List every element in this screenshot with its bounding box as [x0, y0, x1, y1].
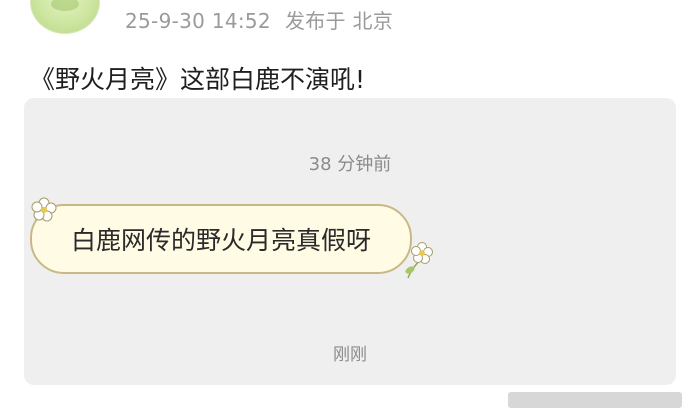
post-timestamp: 25-9-30 14:52 [125, 9, 271, 33]
flower-icon [31, 197, 57, 222]
avatar-decoration [51, 0, 79, 11]
chat-time-bottom: 刚刚 [333, 345, 367, 365]
post-meta: 25-9-30 14:52 发布于 北京 [125, 5, 393, 34]
chat-screenshot-image[interactable]: 38 分钟前 白鹿网传的野火月亮真假呀 刚刚 [24, 98, 676, 385]
avatar[interactable] [30, 0, 100, 34]
flower-icon [405, 242, 433, 279]
post-location: 发布于 北京 [284, 9, 394, 33]
post-text: 《野火月亮》这部白鹿不演吼! [30, 65, 366, 94]
weibo-post: 25-9-30 14:52 发布于 北京 《野火月亮》这部白鹿不演吼! 38 分钟… [0, 0, 690, 416]
chat-message-bubble: 白鹿网传的野火月亮真假呀 [30, 204, 412, 274]
watermark [508, 392, 682, 408]
chat-time-top: 38 分钟前 [308, 154, 392, 175]
